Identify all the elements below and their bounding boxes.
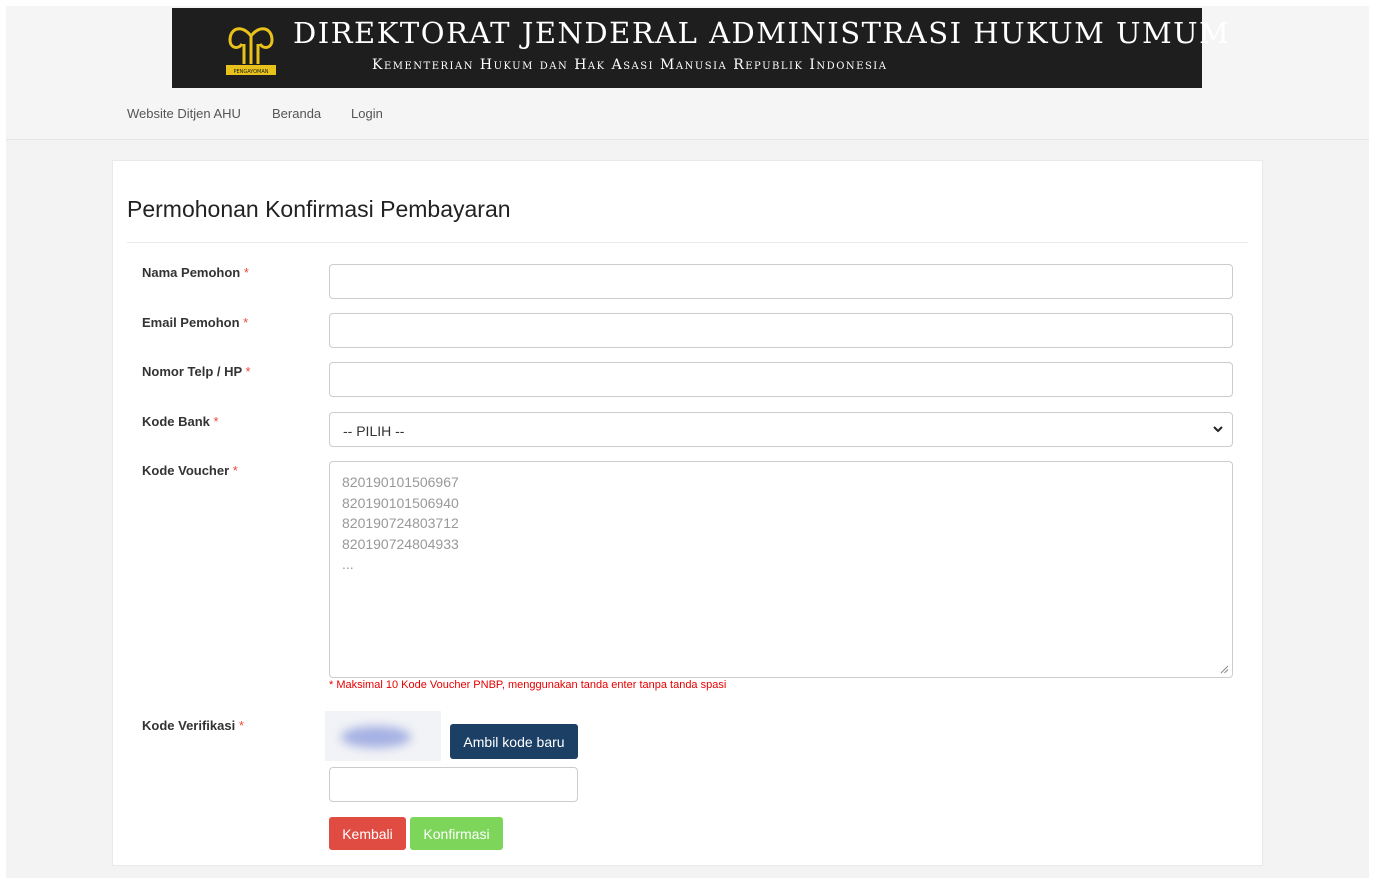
nav-login[interactable]: Login [351,106,383,121]
nama-pemohon-label: Nama Pemohon * [142,265,249,280]
logo-caption: PENGAYOMAN [233,69,268,75]
voucher-placeholder-line: ... [342,556,354,572]
konfirmasi-button[interactable]: Konfirmasi [410,817,503,850]
voucher-placeholder-line: 820190101506940 [342,494,459,511]
voucher-placeholder-line: 820190724803712 [342,515,459,531]
banner-subtitle: Kementerian Hukum dan Hak Asasi Manusia … [372,57,888,73]
voucher-placeholder-line: 820190724804933 [342,535,459,552]
nama-pemohon-input[interactable] [329,264,1233,299]
title-divider [127,242,1248,243]
kode-verifikasi-label-text: Kode Verifikasi [142,718,236,733]
nav-website-ditjen-ahu[interactable]: Website Ditjen AHU [127,106,241,121]
voucher-placeholder-line: 820190101506967 [342,474,459,490]
captcha-image [325,711,441,761]
kode-bank-selected-value: -- PILIH -- [343,423,405,439]
chevron-down-icon [1213,426,1223,433]
kode-bank-label: Kode Bank * [142,414,219,429]
nav-beranda[interactable]: Beranda [272,106,321,121]
captcha-blurred-code [341,726,411,748]
pengayoman-logo-icon: PENGAYOMAN [226,27,276,75]
kode-bank-label-text: Kode Bank [142,414,210,429]
kode-verifikasi-input[interactable] [329,767,578,802]
kode-bank-select[interactable]: -- PILIH -- [329,412,1233,447]
kode-voucher-label: Kode Voucher * [142,463,238,478]
required-marker: * [238,718,244,733]
kode-voucher-textarea[interactable]: 820190101506967 820190101506940 82019072… [329,461,1233,678]
nomor-telp-label-text: Nomor Telp / HP [142,364,242,379]
email-pemohon-input[interactable] [329,313,1233,348]
required-marker: * [243,265,249,280]
required-marker: * [213,414,219,429]
kode-verifikasi-label: Kode Verifikasi * [142,718,244,733]
kembali-button[interactable]: Kembali [329,817,406,850]
resize-grip-icon[interactable] [1220,665,1229,674]
voucher-hint: * Maksimal 10 Kode Voucher PNBP, menggun… [329,679,727,691]
nomor-telp-input[interactable] [329,362,1233,397]
nama-pemohon-label-text: Nama Pemohon [142,265,241,280]
page-title: Permohonan Konfirmasi Pembayaran [127,196,511,222]
required-marker: * [243,315,249,330]
refresh-captcha-button[interactable]: Ambil kode baru [450,724,578,759]
kode-voucher-label-text: Kode Voucher [142,463,230,478]
banner-title: DIREKTORAT JENDERAL ADMINISTRASI HUKUM U… [293,16,1231,50]
required-marker: * [232,463,238,478]
nomor-telp-label: Nomor Telp / HP * [142,364,251,379]
email-pemohon-label-text: Email Pemohon [142,315,240,330]
email-pemohon-label: Email Pemohon * [142,315,248,330]
required-marker: * [245,364,251,379]
